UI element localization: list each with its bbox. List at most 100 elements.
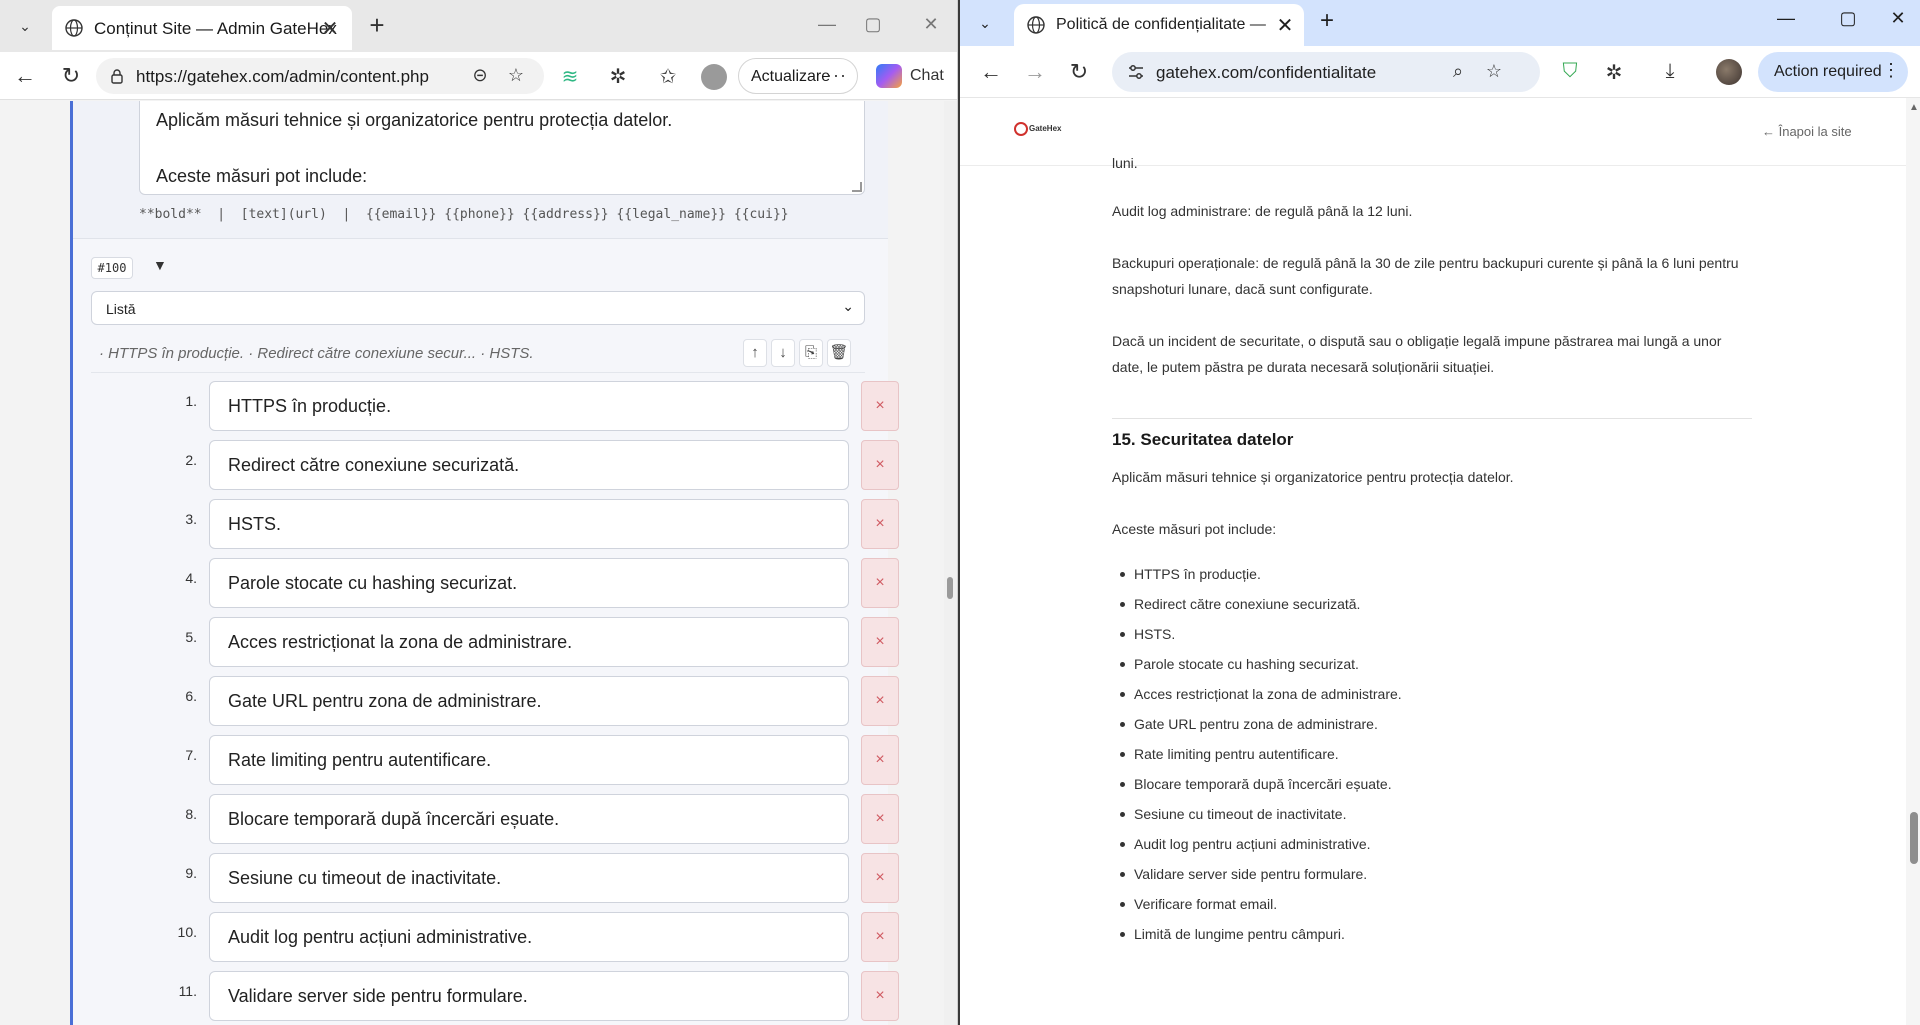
trash-icon[interactable]: 🗑: [827, 339, 851, 367]
back-to-site-link[interactable]: ← Înapoi la site: [1762, 124, 1852, 139]
list-item-input[interactable]: Parole stocate cu hashing securizat.: [209, 558, 849, 608]
zoom-magnifier-icon[interactable]: ⌕: [1446, 61, 1470, 82]
delete-item-icon[interactable]: ×: [861, 912, 899, 962]
delete-item-icon[interactable]: ×: [861, 735, 899, 785]
extensions-puzzle-icon[interactable]: ✲: [604, 64, 632, 89]
list-item-row: 3. HSTS. ×: [73, 499, 899, 549]
list-item-input[interactable]: HSTS.: [209, 499, 849, 549]
bullet-item: Audit log pentru acțiuni administrative.: [1120, 836, 1371, 852]
formatting-hints: **bold** | [text](url) | {{email}} {{pho…: [139, 207, 789, 222]
tab-close-icon[interactable]: ✕: [1274, 13, 1296, 38]
block-type-select[interactable]: Listă ⌄: [91, 291, 865, 325]
list-item-row: 2. Redirect către conexiune securizată. ×: [73, 440, 899, 490]
list-item-input[interactable]: Blocare temporară după încercări eșuate.: [209, 794, 849, 844]
list-item-input[interactable]: HTTPS în producție.: [209, 381, 849, 431]
list-item-input[interactable]: Rate limiting pentru autentificare.: [209, 735, 849, 785]
new-tab-plus-icon[interactable]: +: [1312, 6, 1342, 36]
list-item-input[interactable]: Redirect către conexiune securizată.: [209, 440, 849, 490]
site-info-icon[interactable]: [108, 67, 126, 85]
delete-item-icon[interactable]: ×: [861, 676, 899, 726]
delete-item-icon[interactable]: ×: [861, 853, 899, 903]
bullet-item: Parole stocate cu hashing securizat.: [1120, 656, 1359, 672]
paragraph-textarea[interactable]: Aplicăm măsuri tehnice și organizatorice…: [139, 101, 865, 195]
list-item-input[interactable]: Sesiune cu timeout de inactivitate.: [209, 853, 849, 903]
reload-icon[interactable]: ↻: [1064, 58, 1094, 86]
action-required-label: Action required: [1774, 63, 1882, 80]
maximize-icon[interactable]: ▢: [858, 14, 888, 35]
list-item-input[interactable]: Acces restricționat la zona de administr…: [209, 617, 849, 667]
more-dots-icon: ···: [826, 65, 847, 85]
favorites-icon[interactable]: ✩: [654, 64, 682, 89]
action-required-button[interactable]: Action required ⋮: [1758, 52, 1908, 92]
duplicate-icon[interactable]: ⎘: [799, 339, 823, 367]
scrollbar-thumb[interactable]: [1910, 812, 1918, 864]
profile-avatar[interactable]: [1716, 59, 1742, 85]
delete-item-icon[interactable]: ×: [861, 440, 899, 490]
bullet-item: Acces restricționat la zona de administr…: [1120, 686, 1402, 702]
maximize-icon[interactable]: ▢: [1832, 8, 1864, 29]
globe-icon: [1027, 16, 1045, 34]
back-arrow-icon[interactable]: ←: [976, 58, 1006, 86]
site-settings-icon[interactable]: [1126, 62, 1146, 82]
list-item-row: 11. Validare server side pentru formulare…: [73, 971, 899, 1021]
paragraph-fragment: luni.: [1112, 155, 1138, 171]
shield-extension-icon[interactable]: ⛉: [1556, 60, 1584, 83]
list-item-input[interactable]: Audit log pentru acțiuni administrative.: [209, 912, 849, 962]
address-bar[interactable]: gatehex.com/confidentialitate ⌕ ☆: [1112, 52, 1540, 92]
delete-item-icon[interactable]: ×: [861, 794, 899, 844]
list-item-input[interactable]: Gate URL pentru zona de administrare.: [209, 676, 849, 726]
page-scrollbar[interactable]: [944, 101, 957, 1025]
item-number: 7.: [185, 747, 197, 763]
bullet-item: Rate limiting pentru autentificare.: [1120, 746, 1339, 762]
item-number: 1.: [185, 393, 197, 409]
paragraph-incident: Dacă un incident de securitate, o disput…: [1112, 333, 1722, 375]
delete-item-icon[interactable]: ×: [861, 558, 899, 608]
new-tab-plus-icon[interactable]: +: [362, 10, 392, 40]
bullet-item: Gate URL pentru zona de administrare.: [1120, 716, 1378, 732]
favorite-star-icon[interactable]: ☆: [504, 65, 528, 86]
resize-handle[interactable]: [852, 182, 862, 192]
site-logo[interactable]: GateHex: [1014, 122, 1061, 136]
extensions-puzzle-icon[interactable]: ✲: [1600, 60, 1628, 85]
minimize-icon[interactable]: —: [812, 14, 842, 35]
move-up-icon[interactable]: ↑: [743, 339, 767, 367]
section-heading: 15. Securitatea datelor: [1112, 430, 1294, 449]
tab-admin-content[interactable]: Conținut Site — Admin GateHex ✕: [52, 6, 352, 50]
bullet-item: Limită de lungime pentru câmpuri.: [1120, 926, 1345, 942]
extension-lines-icon[interactable]: ≋: [556, 64, 584, 89]
reload-icon[interactable]: ↻: [56, 62, 86, 90]
scrollbar-thumb[interactable]: [947, 577, 953, 599]
delete-item-icon[interactable]: ×: [861, 617, 899, 667]
chat-label: Chat: [910, 67, 944, 84]
forward-arrow-icon[interactable]: →: [1020, 58, 1050, 86]
delete-item-icon[interactable]: ×: [861, 381, 899, 431]
collapse-caret-icon[interactable]: ▼: [153, 257, 167, 273]
minimize-icon[interactable]: —: [1770, 8, 1802, 29]
tab-close-icon[interactable]: ✕: [318, 16, 342, 41]
page-scrollbar[interactable]: ▲: [1906, 98, 1920, 1025]
update-button[interactable]: Actualizare ···: [738, 58, 858, 94]
delete-item-icon[interactable]: ×: [861, 971, 899, 1021]
item-number: 3.: [185, 511, 197, 527]
tab-search-chevron-icon[interactable]: ⌄: [970, 8, 1000, 38]
address-bar[interactable]: https://gatehex.com/admin/content.php ⊝ …: [96, 58, 544, 94]
bookmark-star-icon[interactable]: ☆: [1482, 61, 1506, 82]
address-url: https://gatehex.com/admin/content.php: [136, 67, 429, 86]
list-item-input[interactable]: Validare server side pentru formulare.: [209, 971, 849, 1021]
bullet-item: Redirect către conexiune securizată.: [1119, 596, 1361, 612]
window-close-icon[interactable]: ✕: [916, 14, 946, 35]
tab-list-chevron-icon[interactable]: ⌄: [10, 12, 40, 40]
item-number: 9.: [185, 865, 197, 881]
window-close-icon[interactable]: ✕: [1882, 8, 1914, 29]
back-arrow-icon[interactable]: ←: [10, 62, 40, 90]
tab-privacy-policy[interactable]: Politică de confidențialitate — G ✕: [1014, 4, 1304, 46]
move-down-icon[interactable]: ↓: [771, 339, 795, 367]
download-icon[interactable]: ⤓: [1656, 60, 1684, 83]
delete-item-icon[interactable]: ×: [861, 499, 899, 549]
scroll-up-arrow-icon[interactable]: ▲: [1909, 102, 1919, 113]
profile-avatar-icon[interactable]: [700, 64, 728, 96]
paragraph-audit-retention: Audit log administrare: de regulă până l…: [1112, 203, 1413, 219]
reader-mode-icon[interactable]: ⊝: [468, 65, 492, 86]
tab-title: Conținut Site — Admin GateHex: [94, 19, 337, 38]
copilot-chat-button[interactable]: Chat: [872, 62, 952, 90]
